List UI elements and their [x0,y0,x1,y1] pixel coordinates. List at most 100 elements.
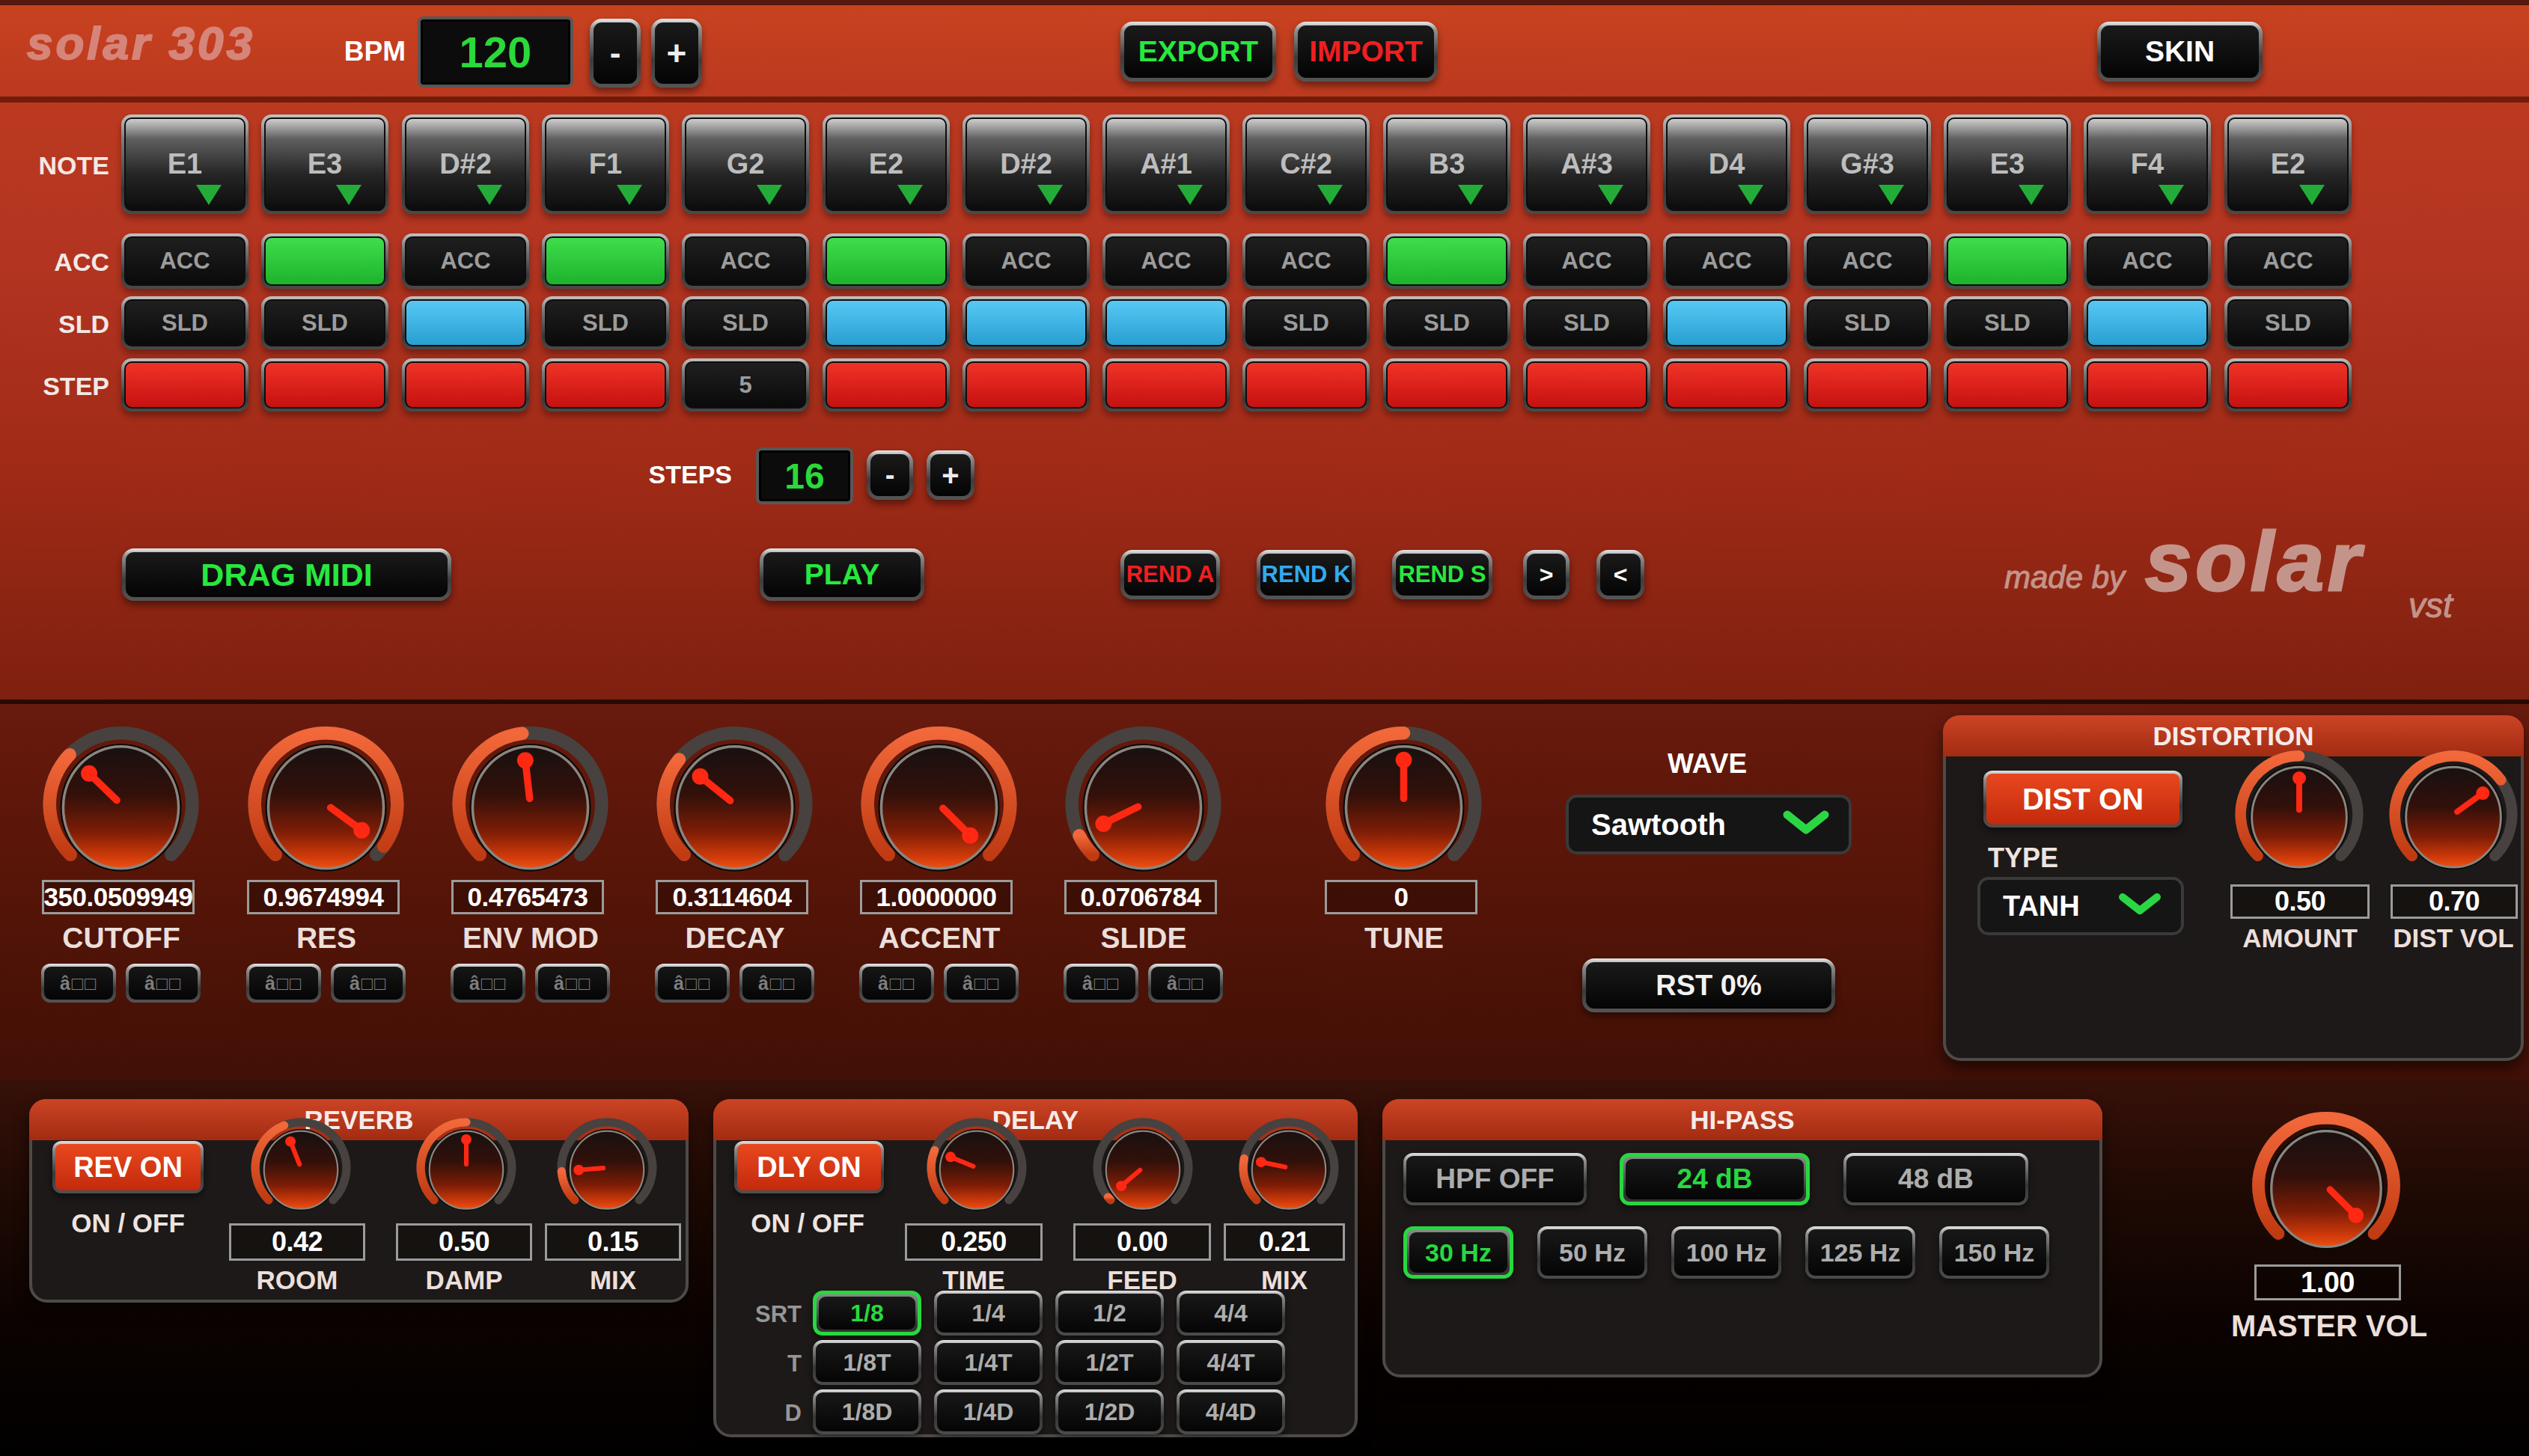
delay-mix-value[interactable]: 0.21 [1224,1223,1345,1261]
wave-dropdown[interactable]: Sawtooth [1566,795,1852,854]
sld-button-16[interactable]: SLD [2224,296,2352,349]
step-button-14[interactable] [1944,358,2071,412]
dist-amount-value[interactable]: 0.50 [2230,884,2370,919]
step-button-4[interactable] [542,358,669,412]
sld-button-12[interactable] [1663,296,1790,349]
note-button-1[interactable]: E1 [121,114,248,214]
accent-value[interactable]: 1.0000000 [860,880,1013,914]
rend-a-button[interactable]: REND A [1120,550,1220,599]
hipass-50-hz[interactable]: 50 Hz [1537,1226,1647,1279]
master-vol-knob[interactable] [2248,1113,2404,1255]
pattern-prev-button[interactable]: < [1596,550,1644,599]
sld-button-7[interactable] [963,296,1090,349]
hipass-150-hz[interactable]: 150 Hz [1939,1226,2049,1279]
acc-button-1[interactable]: ACC [121,233,248,289]
res-value[interactable]: 0.9674994 [247,880,400,914]
res-spinner-1[interactable]: â□□ [246,964,321,1003]
env-mod-knob[interactable] [448,727,612,878]
acc-button-9[interactable]: ACC [1242,233,1370,289]
bpm-plus-button[interactable]: + [651,19,702,88]
step-button-13[interactable] [1804,358,1931,412]
delay-sync-1-2[interactable]: 1/2 [1055,1291,1164,1336]
acc-button-4[interactable] [542,233,669,289]
acc-button-11[interactable]: ACC [1523,233,1650,289]
acc-button-15[interactable]: ACC [2084,233,2211,289]
delay-feed-value[interactable]: 0.00 [1073,1223,1211,1261]
reverb-mix-value[interactable]: 0.15 [545,1223,681,1261]
slide-knob[interactable] [1061,727,1225,878]
acc-button-16[interactable]: ACC [2224,233,2352,289]
note-button-2[interactable]: E3 [261,114,388,214]
dly-on-button[interactable]: DLY ON [734,1141,884,1193]
hipass-100-hz[interactable]: 100 Hz [1671,1226,1781,1279]
acc-button-5[interactable]: ACC [682,233,809,289]
master-value[interactable]: 1.00 [2254,1264,2401,1300]
dist-amount-knob[interactable] [2232,751,2367,875]
env-mod-value[interactable]: 0.4765473 [451,880,604,914]
delay-sync-4-4d[interactable]: 4/4D [1177,1389,1285,1434]
sld-button-4[interactable]: SLD [542,296,669,349]
sld-button-13[interactable]: SLD [1804,296,1931,349]
hipass-125-hz[interactable]: 125 Hz [1805,1226,1915,1279]
note-button-7[interactable]: D#2 [963,114,1090,214]
delay-sync-1-4[interactable]: 1/4 [934,1291,1043,1336]
steps-plus-button[interactable]: + [927,450,974,500]
reverb-damp-value[interactable]: 0.50 [396,1223,532,1261]
sld-button-5[interactable]: SLD [682,296,809,349]
bpm-display[interactable]: 120 [418,16,573,88]
cutoff-spinner-1[interactable]: â□□ [41,964,116,1003]
step-button-5[interactable]: 5 [682,358,809,412]
cutoff-spinner-2[interactable]: â□□ [126,964,201,1003]
steps-display[interactable]: 16 [756,447,853,504]
note-button-12[interactable]: D4 [1663,114,1790,214]
delay-sync-4-4t[interactable]: 4/4T [1177,1340,1285,1385]
hipass-48-db[interactable]: 48 dB [1843,1153,2028,1205]
sld-button-11[interactable]: SLD [1523,296,1650,349]
res-spinner-2[interactable]: â□□ [331,964,406,1003]
rst-button[interactable]: RST 0% [1582,958,1835,1012]
dist-type-dropdown[interactable]: TANH [1977,877,2184,935]
delay-time-knob[interactable] [924,1119,1029,1215]
decay-knob[interactable] [653,727,817,878]
step-button-2[interactable] [261,358,388,412]
sld-button-8[interactable] [1102,296,1230,349]
acc-button-6[interactable] [823,233,950,289]
accent-knob[interactable] [857,727,1021,878]
acc-button-14[interactable] [1944,233,2071,289]
export-button[interactable]: EXPORT [1120,22,1276,82]
rev-on-button[interactable]: REV ON [52,1141,204,1193]
delay-feed-knob[interactable] [1090,1119,1195,1215]
step-button-12[interactable] [1663,358,1790,412]
env-mod-spinner-2[interactable]: â□□ [535,964,610,1003]
step-button-11[interactable] [1523,358,1650,412]
hipass-30-hz[interactable]: 30 Hz [1403,1226,1513,1279]
cutoff-value[interactable]: 350.0509949 [42,880,195,914]
accent-spinner-1[interactable]: â□□ [859,964,934,1003]
delay-sync-1-8d[interactable]: 1/8D [813,1389,921,1434]
delay-sync-1-2t[interactable]: 1/2T [1055,1340,1164,1385]
step-button-8[interactable] [1102,358,1230,412]
note-button-14[interactable]: E3 [1944,114,2071,214]
reverb-room-value[interactable]: 0.42 [229,1223,365,1261]
res-knob[interactable] [244,727,408,878]
tune-value[interactable]: 0 [1325,880,1477,914]
step-button-7[interactable] [963,358,1090,412]
import-button[interactable]: IMPORT [1294,22,1438,82]
note-button-4[interactable]: F1 [542,114,669,214]
slide-spinner-2[interactable]: â□□ [1148,964,1223,1003]
bpm-minus-button[interactable]: - [590,19,641,88]
decay-value[interactable]: 0.3114604 [656,880,808,914]
delay-time-value[interactable]: 0.250 [905,1223,1043,1261]
reverb-mix-knob[interactable] [555,1119,659,1215]
acc-button-12[interactable]: ACC [1663,233,1790,289]
rend-s-button[interactable]: REND S [1392,550,1492,599]
note-button-16[interactable]: E2 [2224,114,2352,214]
step-button-3[interactable] [402,358,529,412]
delay-sync-1-2d[interactable]: 1/2D [1055,1389,1164,1434]
acc-button-10[interactable] [1383,233,1510,289]
decay-spinner-2[interactable]: â□□ [739,964,814,1003]
acc-button-3[interactable]: ACC [402,233,529,289]
sld-button-15[interactable] [2084,296,2211,349]
note-button-10[interactable]: B3 [1383,114,1510,214]
pattern-next-button[interactable]: > [1523,550,1569,599]
